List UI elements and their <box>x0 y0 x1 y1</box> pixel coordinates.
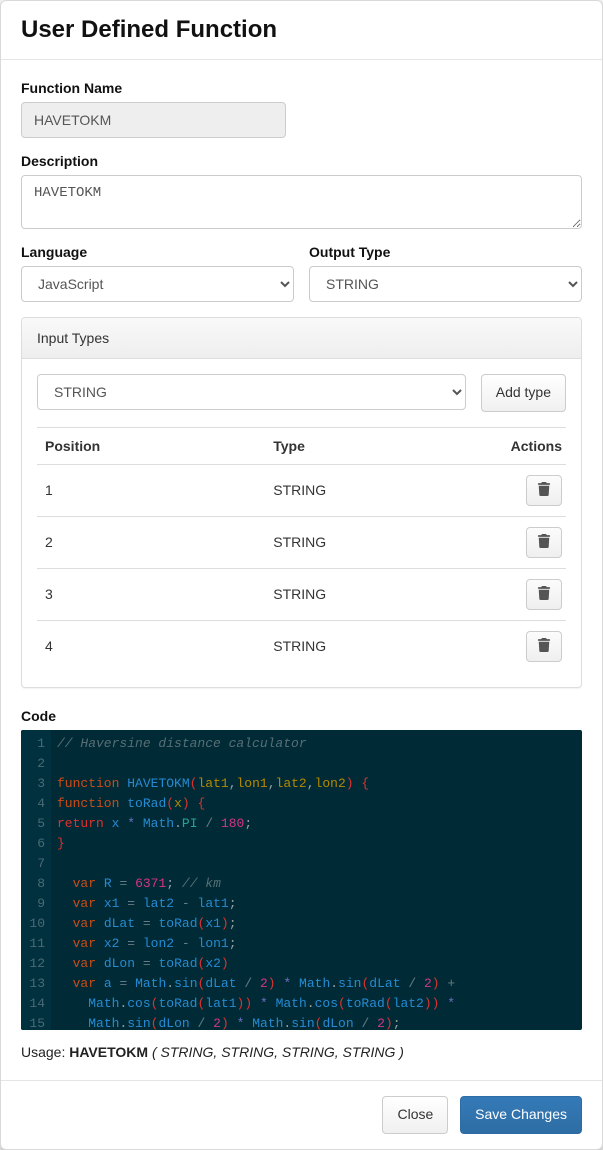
code-label: Code <box>21 708 582 724</box>
cell-type: STRING <box>265 568 486 620</box>
cell-type: STRING <box>265 464 486 516</box>
trash-icon <box>537 638 551 655</box>
code-line: // Haversine distance calculator <box>57 734 576 754</box>
code-line: var a = Math.sin(dLat / 2) * Math.sin(dL… <box>57 974 576 994</box>
udf-modal: User Defined Function Function Name Desc… <box>0 0 603 1150</box>
usage-line: Usage: HAVETOKM ( STRING, STRING, STRING… <box>21 1044 582 1060</box>
line-number: 3 <box>25 774 45 794</box>
cell-position: 1 <box>37 464 265 516</box>
line-number: 11 <box>25 934 45 954</box>
code-line: function HAVETOKM(lat1,lon1,lat2,lon2) { <box>57 774 576 794</box>
line-number: 10 <box>25 914 45 934</box>
code-line: function toRad(x) { <box>57 794 576 814</box>
table-row: 1STRING <box>37 464 566 516</box>
output-type-label: Output Type <box>309 244 582 260</box>
delete-type-button[interactable] <box>526 475 562 506</box>
line-number: 2 <box>25 754 45 774</box>
cell-position: 3 <box>37 568 265 620</box>
description-label: Description <box>21 153 582 169</box>
input-types-panel: Input Types STRING Add type Position Typ… <box>21 317 582 688</box>
table-row: 3STRING <box>37 568 566 620</box>
line-number: 1 <box>25 734 45 754</box>
cell-type: STRING <box>265 620 486 672</box>
line-number: 12 <box>25 954 45 974</box>
input-types-table: Position Type Actions 1STRING2STRING3STR… <box>37 427 566 672</box>
col-actions: Actions <box>486 427 566 464</box>
cell-position: 4 <box>37 620 265 672</box>
save-changes-button[interactable]: Save Changes <box>460 1096 582 1134</box>
modal-footer: Close Save Changes <box>1 1080 602 1149</box>
trash-icon <box>537 534 551 551</box>
delete-type-button[interactable] <box>526 579 562 610</box>
code-line: Math.sin(dLon / 2) * Math.sin(dLon / 2); <box>57 1014 576 1030</box>
usage-args: ( STRING, STRING, STRING, STRING ) <box>152 1044 404 1060</box>
new-type-select[interactable]: STRING <box>37 374 466 410</box>
table-row: 4STRING <box>37 620 566 672</box>
code-line: var dLon = toRad(x2) <box>57 954 576 974</box>
line-number: 5 <box>25 814 45 834</box>
modal-header: User Defined Function <box>1 1 602 60</box>
code-line: Math.cos(toRad(lat1)) * Math.cos(toRad(l… <box>57 994 576 1014</box>
line-number: 13 <box>25 974 45 994</box>
output-type-select[interactable]: STRING <box>309 266 582 302</box>
delete-type-button[interactable] <box>526 631 562 662</box>
table-row: 2STRING <box>37 516 566 568</box>
code-line <box>57 754 576 774</box>
line-number: 15 <box>25 1014 45 1030</box>
language-select[interactable]: JavaScript <box>21 266 294 302</box>
line-number: 8 <box>25 874 45 894</box>
close-button[interactable]: Close <box>382 1096 448 1134</box>
code-line: } <box>57 834 576 854</box>
function-name-label: Function Name <box>21 80 582 96</box>
trash-icon <box>537 586 551 603</box>
function-name-input <box>21 102 286 138</box>
line-number: 9 <box>25 894 45 914</box>
language-label: Language <box>21 244 294 260</box>
line-number: 4 <box>25 794 45 814</box>
modal-title: User Defined Function <box>21 16 582 44</box>
line-number: 7 <box>25 854 45 874</box>
cell-type: STRING <box>265 516 486 568</box>
code-line: var R = 6371; // km <box>57 874 576 894</box>
cell-position: 2 <box>37 516 265 568</box>
code-line: var x1 = lat2 - lat1; <box>57 894 576 914</box>
code-line: var dLat = toRad(x1); <box>57 914 576 934</box>
code-editor[interactable]: 123456789101112131415 // Haversine dista… <box>21 730 582 1030</box>
usage-fn: HAVETOKM <box>69 1044 148 1060</box>
trash-icon <box>537 482 551 499</box>
code-line: var x2 = lon2 - lon1; <box>57 934 576 954</box>
code-lines[interactable]: // Haversine distance calculator functio… <box>51 730 582 1030</box>
line-number: 6 <box>25 834 45 854</box>
col-type: Type <box>265 427 486 464</box>
delete-type-button[interactable] <box>526 527 562 558</box>
col-position: Position <box>37 427 265 464</box>
add-type-button[interactable]: Add type <box>481 374 566 412</box>
code-line: return x * Math.PI / 180; <box>57 814 576 834</box>
usage-prefix: Usage: <box>21 1044 69 1060</box>
description-textarea[interactable]: HAVETOKM <box>21 175 582 229</box>
code-line <box>57 854 576 874</box>
code-gutter: 123456789101112131415 <box>21 730 51 1030</box>
input-types-heading: Input Types <box>22 318 581 359</box>
line-number: 14 <box>25 994 45 1014</box>
modal-body: Function Name Description HAVETOKM Langu… <box>1 60 602 1080</box>
